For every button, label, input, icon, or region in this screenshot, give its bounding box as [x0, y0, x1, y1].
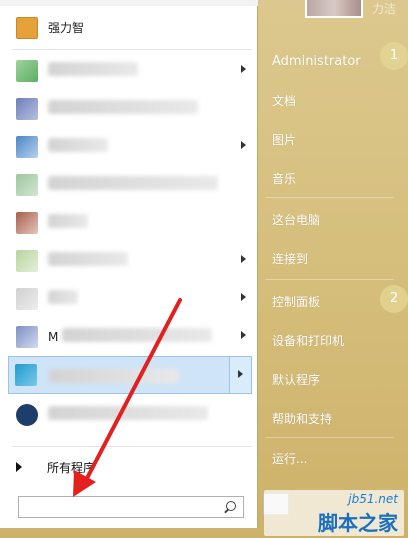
- pinned-app-item[interactable]: 强力智: [0, 10, 258, 46]
- program-label-blurred: [48, 176, 218, 190]
- program-icon: [16, 250, 38, 272]
- submenu-arrow-icon: [238, 370, 243, 378]
- right-divider: [266, 437, 394, 438]
- program-label-blurred: [48, 252, 128, 266]
- right-menu-run[interactable]: 运行...: [272, 451, 307, 467]
- program-item[interactable]: [0, 396, 258, 434]
- program-label: M: [48, 330, 59, 344]
- program-label-blurred: [62, 328, 212, 342]
- program-item[interactable]: [0, 166, 258, 204]
- pinned-app-label: 强力智: [48, 21, 85, 35]
- submenu-arrow-icon: [241, 141, 246, 149]
- app-icon: [16, 17, 38, 39]
- right-menu-this-pc[interactable]: 这台电脑: [272, 212, 320, 228]
- right-menu-connect-to[interactable]: 连接到: [272, 251, 308, 267]
- user-side-text: 力洁: [372, 2, 397, 16]
- submenu-arrow-icon: [241, 65, 246, 73]
- program-label-blurred: [48, 214, 88, 228]
- right-menu-pictures[interactable]: 图片: [272, 132, 296, 148]
- program-label-blurred: [48, 100, 198, 114]
- panel-top-edge: [0, 0, 258, 6]
- program-icon: [16, 212, 38, 234]
- program-icon: [15, 364, 37, 386]
- program-label-blurred: [48, 290, 78, 304]
- program-item[interactable]: [0, 52, 258, 90]
- right-menu-music[interactable]: 音乐: [272, 171, 296, 187]
- program-item[interactable]: M: [0, 318, 258, 356]
- program-label-blurred: [48, 406, 208, 420]
- search-input[interactable]: [23, 499, 213, 515]
- right-divider: [266, 279, 394, 280]
- submenu-arrow-icon: [241, 255, 246, 263]
- user-avatar[interactable]: [305, 0, 363, 18]
- program-item[interactable]: [0, 204, 258, 242]
- program-icon: [16, 98, 38, 120]
- program-item[interactable]: [0, 90, 258, 128]
- all-programs-label: 所有程序: [47, 461, 96, 475]
- right-menu-control-panel[interactable]: 控制面板: [272, 294, 320, 310]
- submenu-arrow-icon: [241, 331, 246, 339]
- search-box[interactable]: [18, 496, 244, 518]
- program-label-blurred: [49, 369, 179, 383]
- program-item-highlighted[interactable]: [8, 356, 252, 394]
- program-icon: [16, 136, 38, 158]
- program-icon: [16, 288, 38, 310]
- submenu-arrow-icon: [241, 293, 246, 301]
- right-menu-user[interactable]: Administrator: [272, 54, 361, 70]
- divider: [12, 49, 252, 50]
- programs-panel: 强力智 M 所有程序: [0, 0, 258, 528]
- step-badge-2: 2: [380, 285, 408, 313]
- site-watermark: jb51.net 脚本之家: [264, 490, 404, 536]
- submenu-expand-button[interactable]: [229, 357, 251, 393]
- program-icon: [16, 326, 38, 348]
- right-menu-documents[interactable]: 文档: [272, 93, 296, 109]
- program-icon: [16, 404, 38, 426]
- watermark-name: 脚本之家: [318, 511, 398, 535]
- right-menu-help-support[interactable]: 帮助和支持: [272, 411, 332, 427]
- watermark-url: jb51.net: [348, 492, 398, 506]
- search-icon[interactable]: [226, 501, 236, 511]
- right-menu-default-programs[interactable]: 默认程序: [272, 372, 320, 388]
- right-menu-devices-printers[interactable]: 设备和打印机: [272, 333, 344, 349]
- program-icon: [16, 60, 38, 82]
- program-label-blurred: [48, 62, 138, 76]
- expand-arrow-icon: [16, 462, 22, 472]
- right-divider: [266, 197, 394, 198]
- divider: [12, 446, 252, 447]
- program-item[interactable]: [0, 280, 258, 318]
- program-icon: [16, 174, 38, 196]
- program-item[interactable]: [0, 242, 258, 280]
- program-label-blurred: [48, 138, 108, 152]
- start-menu-window: 强力智 M 所有程序 力洁 Administrator 1 文档 图片 音乐 这…: [0, 0, 408, 538]
- step-badge-1: 1: [380, 42, 408, 70]
- all-programs-item[interactable]: 所有程序: [0, 455, 258, 479]
- program-item[interactable]: [0, 128, 258, 166]
